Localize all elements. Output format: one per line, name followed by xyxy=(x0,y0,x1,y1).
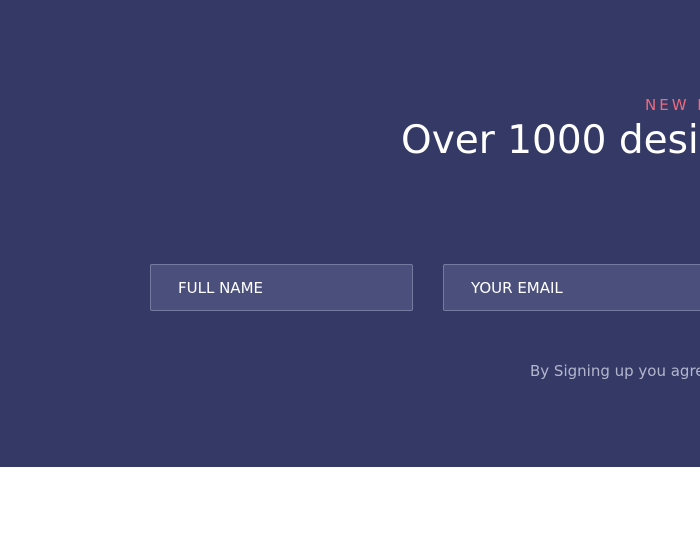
hero-eyebrow: NEW I xyxy=(645,96,700,114)
signup-hero: NEW I Over 1000 desig By Signing up you … xyxy=(0,0,700,467)
full-name-input[interactable] xyxy=(151,265,412,310)
full-name-field[interactable] xyxy=(150,264,413,311)
email-input[interactable] xyxy=(444,265,700,310)
terms-text: By Signing up you agre xyxy=(530,362,700,380)
hero-headline: Over 1000 desig xyxy=(401,118,700,163)
email-field[interactable] xyxy=(443,264,700,311)
